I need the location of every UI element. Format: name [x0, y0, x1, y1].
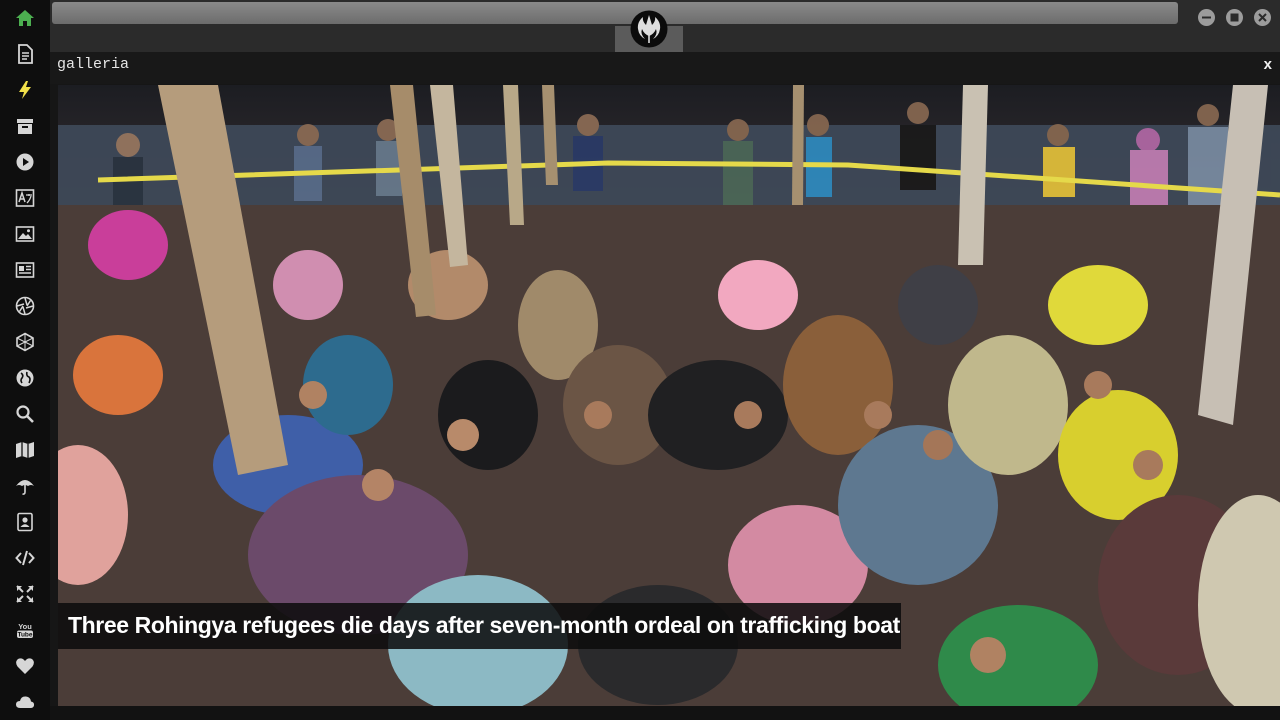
translate-icon[interactable] [15, 188, 35, 208]
code-icon[interactable] [15, 548, 35, 568]
expand-icon[interactable] [15, 584, 35, 604]
contact-icon[interactable] [15, 512, 35, 532]
map-icon[interactable] [15, 440, 35, 460]
svg-text:You: You [18, 622, 32, 631]
minimize-icon [1202, 16, 1211, 19]
photo-caption: Three Rohingya refugees die days after s… [68, 612, 900, 638]
caption-box: Three Rohingya refugees die days after s… [58, 603, 901, 649]
archive-icon[interactable] [15, 116, 35, 136]
panel-title: galleria [57, 56, 130, 73]
newspaper-icon[interactable] [15, 260, 35, 280]
hexagon-icon[interactable] [15, 332, 35, 352]
close-icon [1258, 13, 1267, 22]
search-icon[interactable] [15, 404, 35, 424]
document-icon[interactable] [15, 44, 35, 64]
rebel-alliance-icon[interactable] [628, 9, 670, 49]
heart-icon[interactable] [15, 656, 35, 676]
svg-text:Tube: Tube [17, 632, 32, 639]
umbrella-icon[interactable] [15, 476, 35, 496]
panel-close-button[interactable]: x [1264, 56, 1272, 73]
youtube-icon[interactable]: You Tube [15, 620, 35, 640]
close-window-button[interactable] [1254, 9, 1271, 26]
image-icon[interactable] [15, 224, 35, 244]
gallery-panel-header: galleria x [50, 52, 1280, 84]
maximize-button[interactable] [1226, 9, 1243, 26]
bottom-strip [50, 706, 1280, 720]
play-icon[interactable] [15, 152, 35, 172]
home-icon[interactable] [15, 8, 35, 28]
minimize-button[interactable] [1198, 9, 1215, 26]
address-bar[interactable] [52, 2, 1178, 24]
maximize-icon [1230, 13, 1239, 22]
globe-icon[interactable] [15, 368, 35, 388]
lightning-icon[interactable] [15, 80, 35, 100]
top-bar [50, 0, 1280, 52]
aperture-icon[interactable] [15, 296, 35, 316]
cloud-icon[interactable] [15, 692, 35, 712]
sidebar: You Tube [0, 0, 50, 720]
